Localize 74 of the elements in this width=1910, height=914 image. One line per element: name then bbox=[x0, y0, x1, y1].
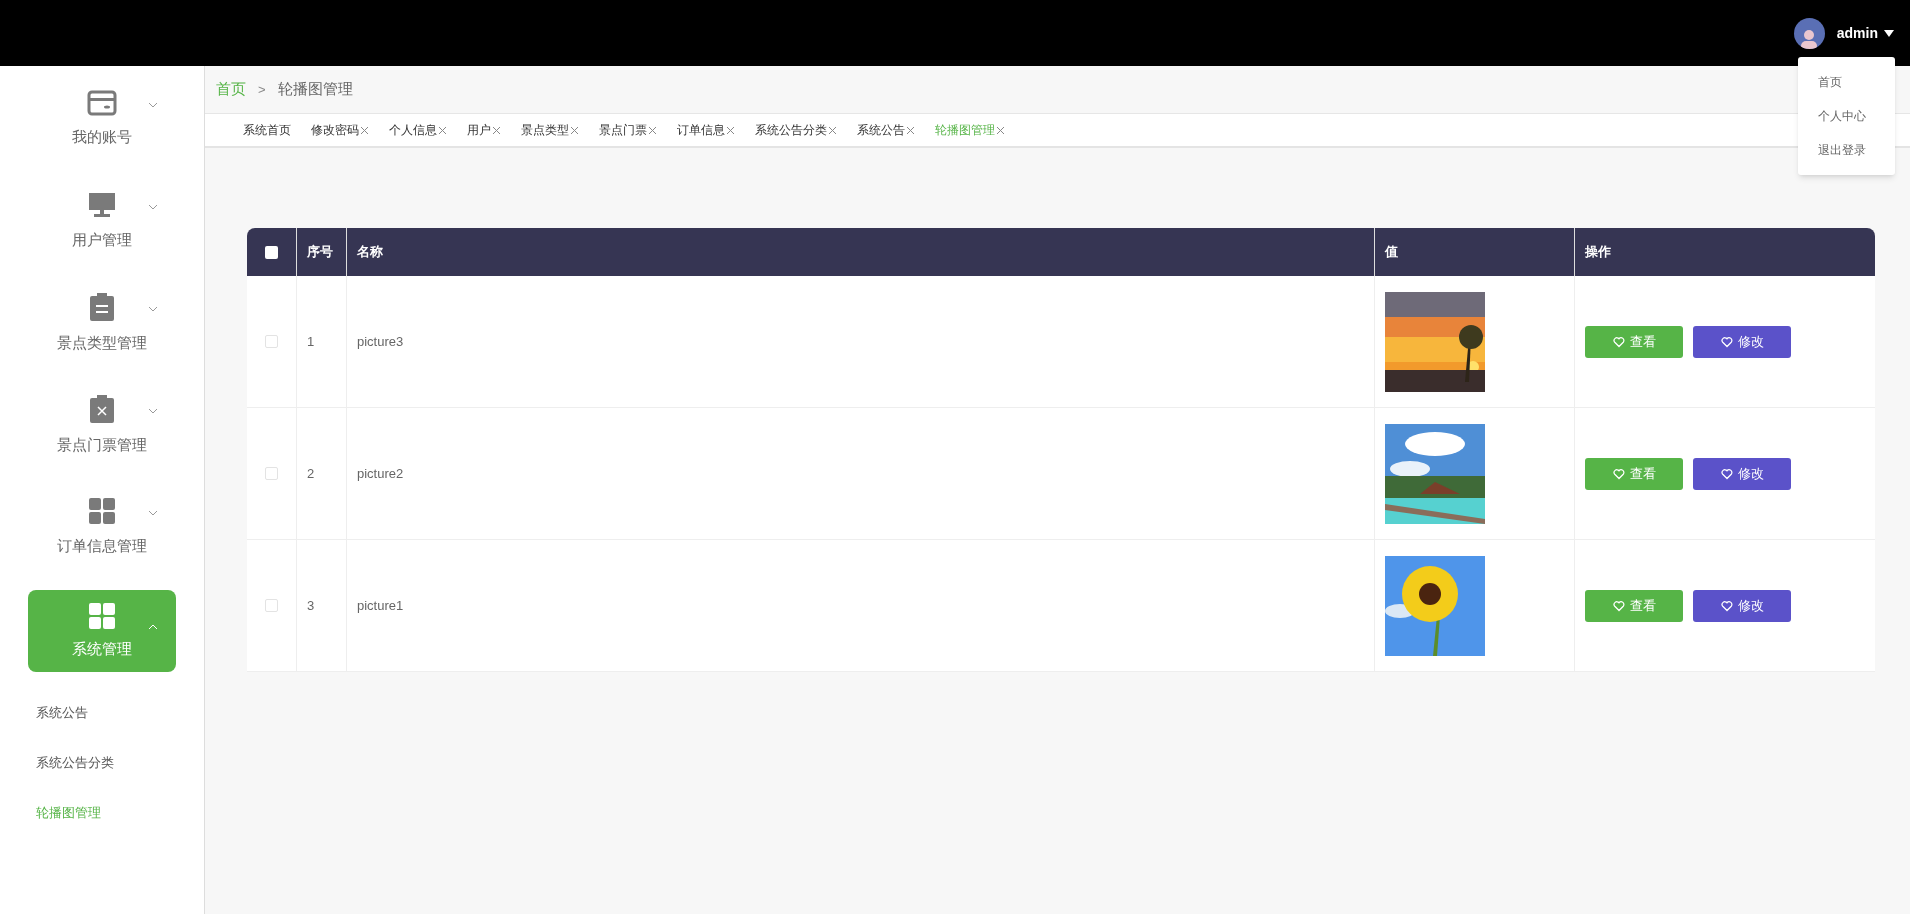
table-cell-text: 1 bbox=[307, 332, 315, 351]
chevron-down-icon bbox=[148, 510, 158, 516]
tab[interactable]: 系统公告分类 bbox=[755, 121, 837, 139]
table-cell-text: 2 bbox=[307, 464, 315, 483]
breadcrumb-current: 轮播图管理 bbox=[277, 79, 353, 100]
select-all-checkbox[interactable] bbox=[265, 245, 278, 259]
chevron-up-icon bbox=[148, 624, 158, 630]
table-cell-text: picture1 bbox=[357, 596, 404, 615]
caret-icon bbox=[1884, 29, 1894, 37]
close-icon[interactable] bbox=[360, 125, 369, 135]
heart-icon bbox=[1720, 467, 1733, 480]
breadcrumb-separator: > bbox=[258, 80, 266, 99]
menu-item[interactable]: 退出登录 bbox=[1798, 133, 1895, 167]
row-checkbox[interactable] bbox=[265, 599, 278, 612]
column-header: 名称 bbox=[357, 243, 383, 262]
edit-button[interactable]: 修改 bbox=[1693, 457, 1791, 490]
heart-icon bbox=[1720, 335, 1733, 348]
user-menu-button[interactable]: admin bbox=[1836, 22, 1894, 44]
chevron-down-icon bbox=[148, 204, 158, 210]
clipboard-icon bbox=[89, 291, 115, 322]
heart-icon bbox=[1612, 599, 1625, 612]
card-icon bbox=[87, 89, 117, 116]
grid-icon bbox=[88, 496, 116, 525]
heart-icon bbox=[1720, 599, 1733, 612]
sidebar-item-label: 系统管理 bbox=[72, 638, 132, 659]
close-icon[interactable] bbox=[438, 125, 447, 135]
close-icon[interactable] bbox=[648, 125, 657, 135]
close-icon[interactable] bbox=[906, 125, 915, 135]
sidebar-item[interactable]: 用户管理 bbox=[28, 170, 176, 272]
row-checkbox[interactable] bbox=[265, 335, 278, 348]
menu-item[interactable]: 个人中心 bbox=[1798, 99, 1895, 133]
close-icon[interactable] bbox=[492, 125, 501, 135]
table-cell-text: picture2 bbox=[357, 464, 404, 483]
sidebar-item-label: 用户管理 bbox=[72, 229, 132, 250]
close-icon[interactable] bbox=[570, 125, 579, 135]
tab[interactable]: 个人信息 bbox=[389, 121, 447, 139]
column-header: 序号 bbox=[307, 243, 333, 262]
close-icon[interactable] bbox=[828, 125, 837, 135]
edit-button[interactable]: 修改 bbox=[1693, 325, 1791, 358]
sidebar-item[interactable]: 订单信息管理 bbox=[28, 476, 176, 578]
sidebar-item[interactable]: 景点门票管理 bbox=[28, 374, 176, 476]
avatar[interactable] bbox=[1793, 17, 1825, 49]
menu-item[interactable]: 首页 bbox=[1798, 65, 1895, 99]
heart-icon bbox=[1612, 467, 1625, 480]
tab[interactable]: 系统公告 bbox=[857, 121, 915, 139]
table-cell-text: 3 bbox=[307, 596, 315, 615]
tab[interactable]: 系统首页 bbox=[243, 121, 291, 139]
sidebar-item[interactable]: 景点类型管理 bbox=[28, 272, 176, 374]
submenu-item[interactable]: 系统公告分类 bbox=[0, 738, 204, 788]
tab[interactable]: 修改密码 bbox=[311, 121, 369, 139]
column-header: 值 bbox=[1385, 243, 1398, 262]
row-checkbox[interactable] bbox=[265, 467, 278, 480]
column-header: 操作 bbox=[1585, 243, 1611, 262]
chevron-down-icon bbox=[148, 102, 158, 108]
close-icon[interactable] bbox=[996, 125, 1005, 135]
sidebar-item-label: 订单信息管理 bbox=[57, 535, 147, 556]
sidebar-item-label: 我的账号 bbox=[72, 126, 132, 147]
close-icon[interactable] bbox=[726, 125, 735, 135]
chevron-down-icon bbox=[148, 306, 158, 312]
chevron-down-icon bbox=[148, 408, 158, 414]
monitor-icon bbox=[88, 190, 116, 219]
sidebar-item-label: 景点门票管理 bbox=[57, 434, 147, 455]
tab[interactable]: 景点类型 bbox=[521, 121, 579, 139]
tab[interactable]: 订单信息 bbox=[677, 121, 735, 139]
heart-icon bbox=[1612, 335, 1625, 348]
edit-button[interactable]: 修改 bbox=[1693, 589, 1791, 622]
submenu-item[interactable]: 系统公告 bbox=[0, 688, 204, 738]
sidebar-item[interactable]: 我的账号 bbox=[28, 68, 176, 170]
sidebar-item-label: 景点类型管理 bbox=[57, 332, 147, 353]
grid-icon bbox=[88, 601, 116, 630]
tab[interactable]: 用户 bbox=[467, 121, 501, 139]
clipboard-x-icon bbox=[89, 393, 115, 424]
table-cell-text: picture3 bbox=[357, 332, 404, 351]
tab[interactable]: 景点门票 bbox=[599, 121, 657, 139]
